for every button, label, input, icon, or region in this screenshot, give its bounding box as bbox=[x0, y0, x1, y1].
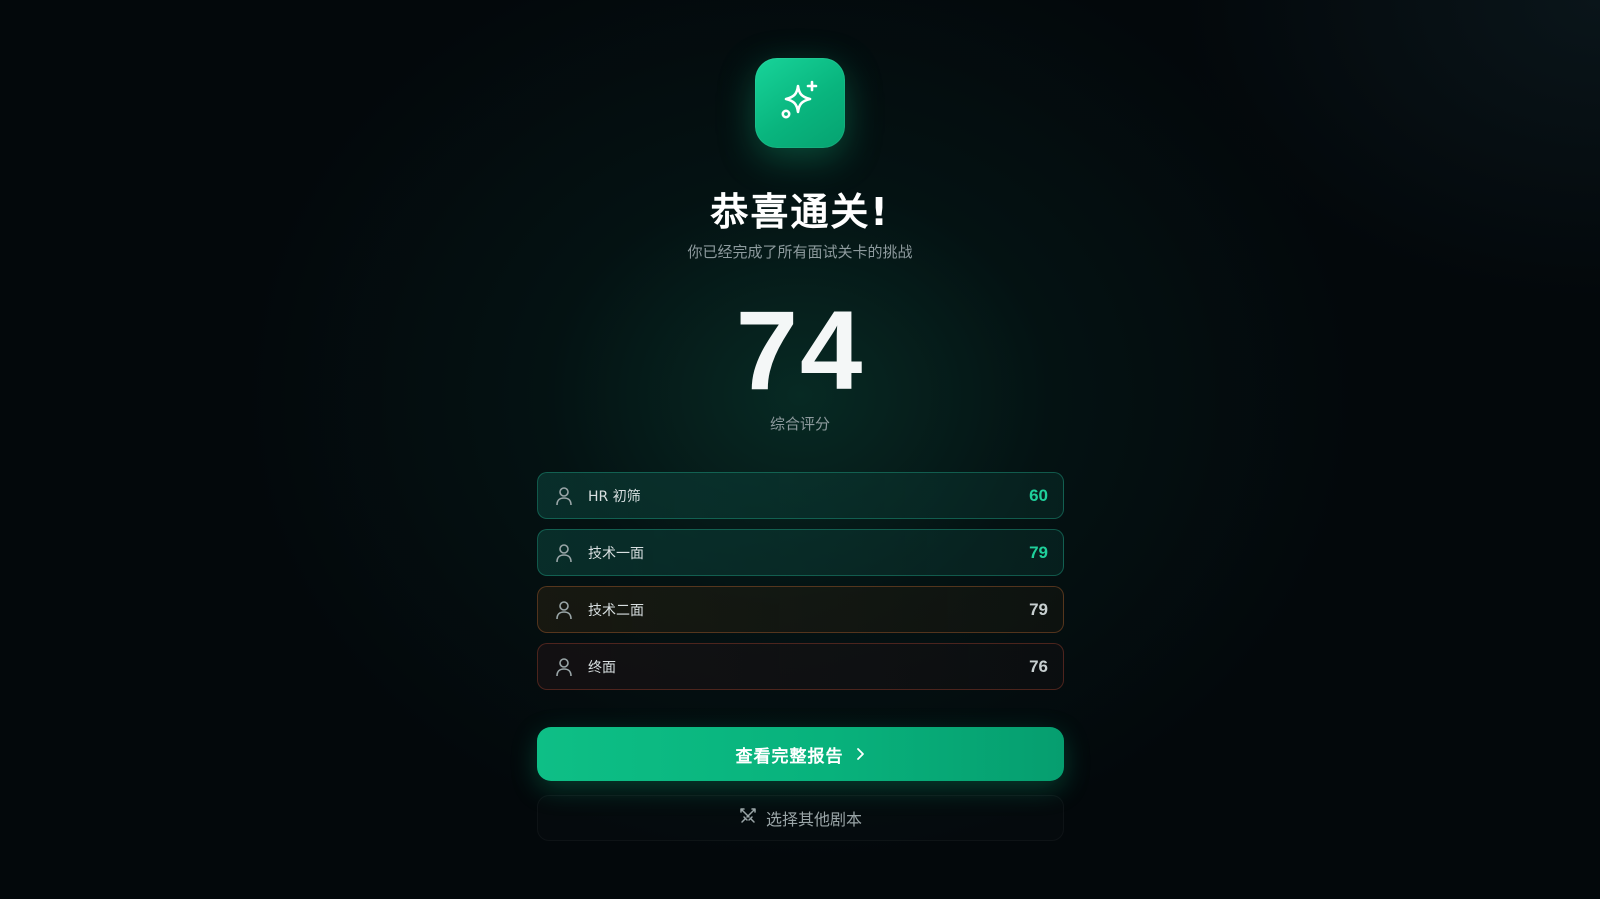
overall-score-label: 综合评分 bbox=[769, 415, 830, 433]
overall-score: 74 bbox=[735, 288, 865, 413]
round-name: 技术一面 bbox=[588, 545, 644, 562]
round-item-final: 终面 76 bbox=[537, 643, 1064, 690]
round-score: 79 bbox=[1029, 542, 1048, 562]
round-score: 79 bbox=[1029, 599, 1048, 619]
round-item-hr: HR 初筛 60 bbox=[537, 472, 1064, 519]
round-list: HR 初筛 60 技术一面 79 技术二面 79 终面 76 bbox=[537, 472, 1064, 700]
page-subtitle: 你已经完成了所有面试关卡的挑战 bbox=[687, 243, 913, 261]
choose-other-script-label: 选择其他剧本 bbox=[765, 810, 862, 829]
user-icon bbox=[554, 600, 574, 620]
app-badge bbox=[755, 58, 845, 148]
view-full-report-button[interactable]: 查看完整报告 bbox=[537, 727, 1064, 781]
sparkles-icon bbox=[777, 78, 823, 128]
round-item-tech-2: 技术二面 79 bbox=[537, 586, 1064, 633]
choose-other-script-button[interactable]: 选择其他剧本 bbox=[537, 795, 1064, 841]
round-item-tech-1: 技术一面 79 bbox=[537, 529, 1064, 576]
round-score: 60 bbox=[1029, 485, 1048, 505]
chevron-right-icon bbox=[854, 747, 866, 761]
view-full-report-label: 查看完整报告 bbox=[735, 746, 844, 767]
user-icon bbox=[554, 543, 574, 563]
user-icon bbox=[554, 486, 574, 506]
page-title: 恭喜通关! bbox=[710, 190, 890, 234]
round-name: 技术二面 bbox=[588, 602, 644, 619]
round-name: 终面 bbox=[588, 659, 616, 676]
completion-screen: 恭喜通关! 你已经完成了所有面试关卡的挑战 74 综合评分 HR 初筛 60 技… bbox=[0, 0, 1600, 899]
round-score: 76 bbox=[1029, 656, 1048, 676]
user-icon bbox=[554, 657, 574, 677]
swords-icon bbox=[739, 807, 757, 829]
round-name: HR 初筛 bbox=[588, 488, 641, 505]
